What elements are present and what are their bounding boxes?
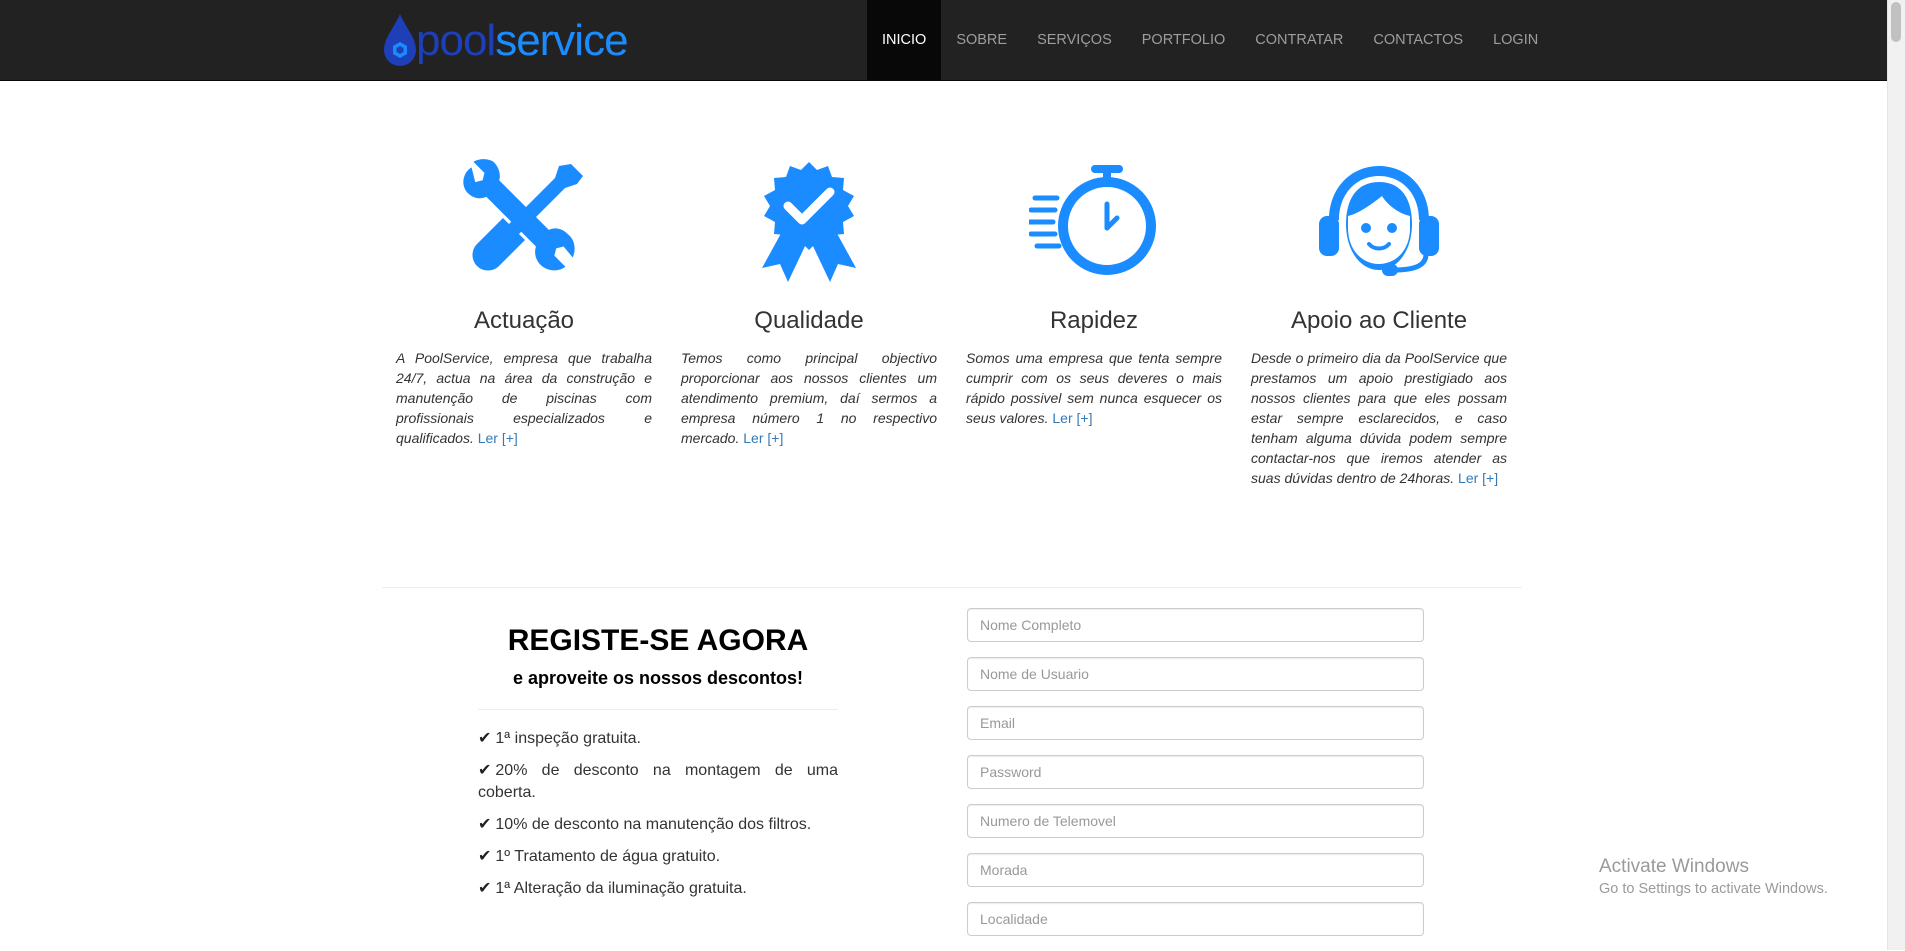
phone-field[interactable] — [967, 804, 1424, 838]
benefit-text: 1ª Alteração da iluminação gratuita. — [495, 880, 747, 897]
feature-title: Qualidade — [754, 307, 864, 334]
brand-logo[interactable]: pool service — [380, 12, 629, 70]
username-field[interactable] — [967, 657, 1424, 691]
locality-field[interactable] — [967, 902, 1424, 936]
benefit-text: 10% de desconto na manutenção dos filtro… — [495, 816, 812, 833]
quality-badge-icon — [762, 162, 856, 282]
brand-text-pool: pool — [416, 16, 496, 65]
feature-description: Desde o primeiro dia da PoolService que … — [1251, 350, 1507, 486]
navbar: pool service INICIO SOBRE SERVIÇOS PORTFO… — [0, 0, 1905, 81]
feature-text: A PoolService, empresa que trabalha 24/7… — [396, 348, 652, 448]
benefit-item: ✔ 1º Tratamento de água gratuito. — [478, 846, 838, 868]
check-icon: ✔ — [478, 816, 492, 833]
feature-text: Somos uma empresa que tenta sempre cumpr… — [966, 348, 1222, 428]
benefit-text: 1º Tratamento de água gratuito. — [495, 848, 721, 865]
watermark-subtitle: Go to Settings to activate Windows. — [1599, 881, 1828, 897]
nav-item-inicio[interactable]: INICIO — [867, 0, 942, 80]
feature-rapidez: Rapidez Somos uma empresa que tenta semp… — [966, 158, 1222, 428]
full-name-field[interactable] — [967, 608, 1424, 642]
feature-actuacao: Actuação A PoolService, empresa que trab… — [396, 158, 652, 448]
feature-text: Temos como principal objectivo proporcio… — [681, 348, 937, 448]
benefits-list: ✔ 1ª inspeção gratuita. ✔ 20% de desconto … — [478, 728, 838, 910]
benefit-item: ✔ 1ª inspeção gratuita. — [478, 728, 838, 750]
feature-apoio-cliente: Apoio ao Cliente Desde o primeiro dia da… — [1251, 158, 1507, 488]
feature-qualidade: Qualidade Temos como principal objectivo… — [681, 158, 937, 448]
section-divider — [382, 587, 1522, 588]
benefit-text: 20% de desconto na montagem de uma cober… — [478, 762, 838, 801]
register-divider — [478, 709, 838, 710]
email-field[interactable] — [967, 706, 1424, 740]
check-icon: ✔ — [478, 730, 492, 747]
check-icon: ✔ — [478, 762, 492, 779]
register-subtitle: e aproveite os nossos descontos! — [512, 668, 804, 688]
nav-item-portfolio[interactable]: PORTFOLIO — [1127, 0, 1241, 80]
password-field[interactable] — [967, 755, 1424, 789]
feature-description: Temos como principal objectivo proporcio… — [681, 350, 937, 446]
register-form — [967, 608, 1424, 951]
nav-item-sobre[interactable]: SOBRE — [941, 0, 1022, 80]
nav-item-contratar[interactable]: CONTRATAR — [1240, 0, 1358, 80]
read-more-link[interactable]: Ler [+] — [1052, 410, 1092, 426]
feature-description: Somos uma empresa que tenta sempre cumpr… — [966, 350, 1222, 426]
scrollbar-thumb[interactable] — [1891, 2, 1901, 42]
read-more-link[interactable]: Ler [+] — [743, 430, 783, 446]
benefit-text: 1ª inspeção gratuita. — [495, 730, 641, 747]
read-more-link[interactable]: Ler [+] — [478, 430, 518, 446]
check-icon: ✔ — [478, 880, 492, 897]
nav-menu: INICIO SOBRE SERVIÇOS PORTFOLIO CONTRATA… — [867, 0, 1553, 80]
benefit-item: ✔ 1ª Alteração da iluminação gratuita. — [478, 878, 838, 900]
watermark-title: Activate Windows — [1599, 856, 1749, 877]
activate-windows-watermark: Activate Windows Go to Settings to activ… — [1599, 855, 1828, 899]
nav-item-servicos[interactable]: SERVIÇOS — [1022, 0, 1127, 80]
headset-agent-icon — [1319, 166, 1439, 276]
brand-text-service: service — [495, 16, 628, 65]
feature-title: Actuação — [473, 307, 575, 334]
address-field[interactable] — [967, 853, 1424, 887]
feature-description: A PoolService, empresa que trabalha 24/7… — [396, 350, 652, 446]
page-scrollbar[interactable] — [1887, 0, 1905, 950]
nav-item-login[interactable]: LOGIN — [1478, 0, 1553, 80]
benefit-item: ✔ 20% de desconto na montagem de uma cobe… — [478, 760, 838, 804]
read-more-link[interactable]: Ler [+] — [1458, 470, 1498, 486]
stopwatch-icon — [1029, 165, 1156, 275]
check-icon: ✔ — [478, 848, 492, 865]
feature-title: Rapidez — [1049, 307, 1139, 334]
register-title: REGISTE-SE AGORA — [507, 624, 809, 657]
feature-title: Apoio ao Cliente — [1290, 307, 1468, 334]
benefit-item: ✔ 10% de desconto na manutenção dos filtr… — [478, 814, 838, 836]
wrench-screwdriver-icon — [463, 159, 583, 271]
water-drop-icon — [384, 14, 416, 66]
feature-text: Desde o primeiro dia da PoolService que … — [1251, 348, 1507, 488]
nav-item-contactos[interactable]: CONTACTOS — [1358, 0, 1478, 80]
